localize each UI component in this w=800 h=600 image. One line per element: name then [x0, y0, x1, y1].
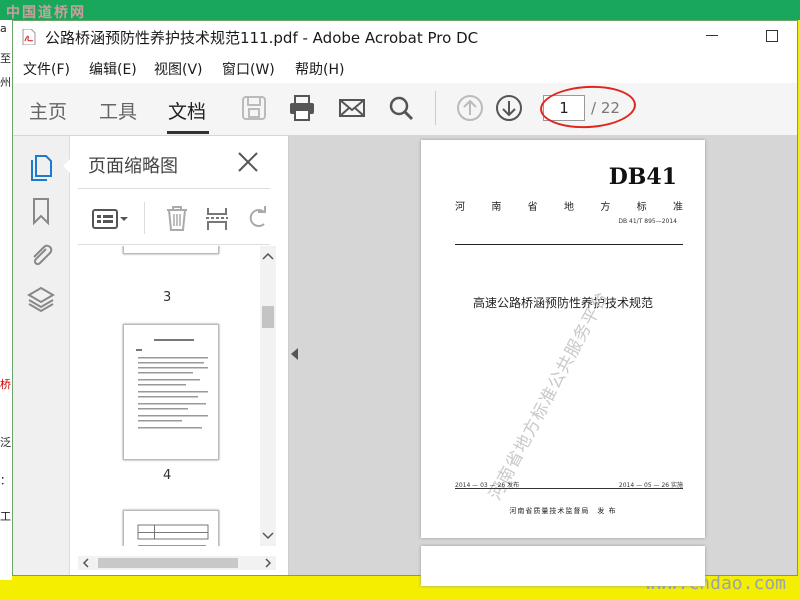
thumbnail-content [136, 339, 208, 429]
pages-icon[interactable] [26, 152, 56, 182]
email-icon[interactable] [337, 93, 367, 123]
left-fragment: 州 [0, 76, 11, 89]
tab-document[interactable]: 文档 [168, 97, 206, 124]
left-fragment: 桥 [0, 378, 11, 391]
corner-watermark: 中国道桥网 [6, 5, 86, 21]
extract-page-icon[interactable] [204, 204, 230, 232]
scroll-down-icon[interactable] [262, 532, 274, 540]
thumbnail-page-4[interactable] [123, 324, 219, 460]
thumbnails-vertical-scrollbar[interactable] [260, 246, 276, 546]
tab-tools[interactable]: 工具 [99, 97, 137, 124]
layers-icon[interactable] [26, 284, 56, 314]
attachment-icon[interactable] [26, 240, 56, 270]
menu-bar: 文件(F) 编辑(E) 视图(V) 窗口(W) 帮助(H) [13, 57, 797, 81]
page-number-input[interactable]: 1 [543, 95, 585, 121]
diagonal-watermark: 河南省地方标准公共服务平台 [485, 287, 613, 504]
panel-divider [78, 244, 270, 245]
standard-number: DB 41/T 895—2014 [618, 218, 677, 225]
thumbnail-label: 3 [163, 290, 172, 305]
thumbnail-page-5[interactable] [123, 510, 219, 546]
panel-title: 页面缩略图 [88, 156, 178, 177]
menu-file[interactable]: 文件(F) [23, 59, 70, 79]
province-char: 南 [491, 202, 502, 213]
publisher: 河南省质量技术监督局 发 布 [509, 507, 617, 515]
province-char: 方 [600, 202, 611, 213]
print-icon[interactable] [287, 93, 317, 123]
close-icon[interactable] [236, 150, 260, 174]
province-char: 标 [636, 202, 647, 213]
province-char: 河 [455, 202, 465, 213]
navigation-rail [13, 136, 71, 575]
maximize-button[interactable] [766, 30, 778, 42]
pdf-file-icon [22, 29, 36, 45]
thumbnails-list: 3 4 [70, 246, 260, 546]
scroll-left-icon[interactable] [82, 558, 90, 568]
menu-window[interactable]: 窗口(W) [222, 59, 275, 79]
page-thumbnails-panel: 页面缩略图 3 4 [70, 136, 289, 575]
province-char: 准 [672, 202, 683, 213]
province-char: 地 [563, 202, 574, 213]
left-fragment: ： [0, 474, 11, 487]
tools-divider [144, 202, 145, 234]
active-tab-indicator [167, 131, 209, 134]
left-fragment: 至 [0, 52, 11, 65]
scroll-right-icon[interactable] [264, 558, 272, 568]
window-title: 公路桥涵预防性养护技术规范111.pdf - Adobe Acrobat Pro… [45, 29, 479, 47]
menu-edit[interactable]: 编辑(E) [89, 59, 137, 79]
thumbnails-horizontal-scrollbar[interactable] [78, 556, 276, 570]
scroll-up-icon[interactable] [262, 252, 274, 260]
pdf-page: DB41 河 南 省 地 方 标 准 DB 41/T 895—2014 高速公路… [421, 140, 705, 538]
main-toolbar: 主页 工具 文档 1 / 22 [13, 83, 797, 136]
collapse-panel-icon[interactable] [291, 348, 298, 360]
province-char: 省 [527, 202, 538, 213]
desktop-left-strip: a 至 州 桥 泛 ： 工 [0, 20, 12, 580]
desktop-top-bar [0, 0, 800, 20]
issue-date: 2014 — 03 — 26 发布 [455, 482, 520, 489]
delete-page-icon[interactable] [164, 204, 190, 232]
panel-divider [78, 188, 270, 189]
thumbnail-page-3[interactable] [123, 246, 219, 254]
left-fragment: 工 [0, 510, 11, 523]
bookmark-icon[interactable] [26, 196, 56, 226]
thumbnail-options-icon[interactable] [92, 208, 130, 230]
left-fragment: a [0, 22, 7, 35]
prev-page-icon[interactable] [455, 93, 485, 123]
minimize-button[interactable] [706, 35, 718, 36]
title-bar: 公路桥涵预防性养护技术规范111.pdf - Adobe Acrobat Pro… [13, 21, 797, 53]
left-fragment: 泛 [0, 436, 11, 449]
rotate-icon[interactable] [244, 204, 270, 232]
search-icon[interactable] [386, 93, 416, 123]
pdf-page-next [421, 546, 705, 586]
next-page-icon[interactable] [494, 93, 524, 123]
header-rule [455, 244, 683, 245]
horizontal-scroll-thumb[interactable] [98, 558, 238, 568]
thumbnail-toolbar [78, 194, 270, 242]
thumbnail-label: 4 [163, 468, 172, 483]
menu-help[interactable]: 帮助(H) [295, 59, 344, 79]
document-title: 高速公路桥涵预防性养护技术规范 [472, 296, 653, 310]
province-standard: 河 南 省 地 方 标 准 [455, 198, 683, 213]
thumbnail-content [137, 524, 209, 546]
page-total: / 22 [591, 99, 620, 117]
vertical-scroll-thumb[interactable] [262, 306, 274, 328]
toolbar-divider [435, 91, 436, 125]
acrobat-window: 公路桥涵预防性养护技术规范111.pdf - Adobe Acrobat Pro… [12, 20, 798, 586]
standard-code: DB41 [608, 164, 677, 190]
save-icon[interactable] [239, 93, 269, 123]
effective-date: 2014 — 05 — 26 实施 [618, 482, 683, 489]
menu-view[interactable]: 视图(V) [154, 59, 203, 79]
tab-home[interactable]: 主页 [29, 97, 67, 124]
document-view: DB41 河 南 省 地 方 标 准 DB 41/T 895—2014 高速公路… [289, 136, 797, 586]
